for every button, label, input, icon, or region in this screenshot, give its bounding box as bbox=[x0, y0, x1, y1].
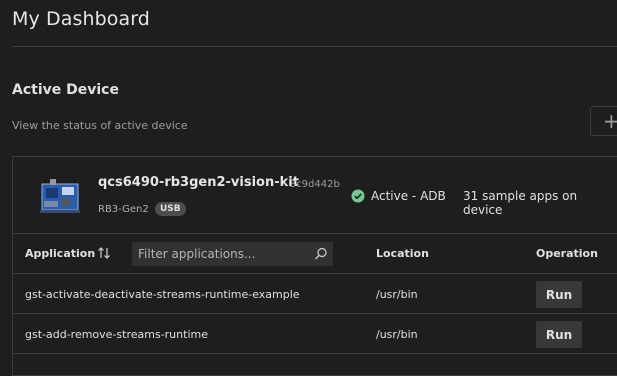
column-location: Location bbox=[376, 247, 429, 260]
device-name: qcs6490-rb3gen2-vision-kit bbox=[98, 175, 299, 190]
sample-app-count: 31 sample apps on device bbox=[463, 189, 578, 217]
search-icon bbox=[315, 247, 327, 260]
column-application: Application bbox=[25, 247, 96, 260]
connection-badge: USB bbox=[155, 202, 186, 216]
sort-icon[interactable] bbox=[97, 246, 111, 260]
title-divider bbox=[12, 46, 617, 47]
add-device-button[interactable]: + bbox=[590, 106, 617, 136]
section-title: Active Device bbox=[12, 82, 119, 98]
device-status: Active - ADB bbox=[371, 189, 446, 203]
column-operation: Operation bbox=[536, 247, 598, 260]
filter-applications[interactable] bbox=[132, 242, 333, 266]
device-serial: - 3c9d442b bbox=[283, 179, 340, 190]
section-subtitle: View the status of active device bbox=[12, 119, 188, 132]
table-divider bbox=[13, 273, 617, 274]
plus-icon: + bbox=[603, 109, 617, 133]
table-divider bbox=[13, 313, 617, 314]
page-title: My Dashboard bbox=[12, 8, 150, 30]
device-board-icon bbox=[40, 179, 80, 213]
table-divider bbox=[13, 233, 617, 234]
row-application: gst-activate-deactivate-streams-runtime-… bbox=[25, 288, 300, 301]
run-button[interactable]: Run bbox=[536, 321, 582, 348]
device-model: RB3-Gen2 bbox=[98, 204, 149, 215]
check-circle-icon bbox=[351, 189, 365, 203]
row-application: gst-add-remove-streams-runtime bbox=[25, 328, 208, 341]
row-location: /usr/bin bbox=[376, 328, 418, 341]
run-button[interactable]: Run bbox=[536, 281, 582, 308]
table-divider bbox=[13, 353, 617, 354]
filter-applications-input[interactable] bbox=[132, 242, 319, 266]
row-location: /usr/bin bbox=[376, 288, 418, 301]
